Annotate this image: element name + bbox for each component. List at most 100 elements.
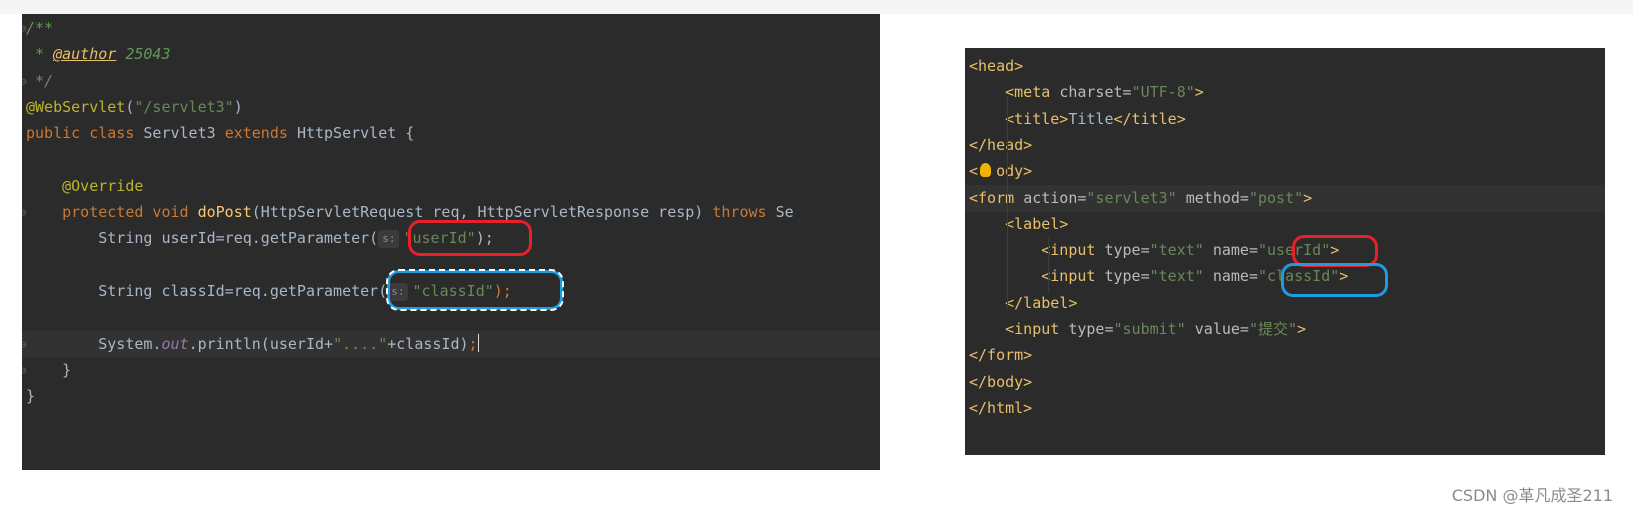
code-token: String userId=req.getParameter( [26, 229, 379, 248]
code-token: </html> [969, 398, 1033, 417]
code-token: " [1294, 188, 1304, 207]
code-token: type= [1104, 241, 1150, 260]
code-line[interactable]: @Override [22, 173, 880, 200]
code-line[interactable]: String classId=req.getParameter(s: "class… [22, 278, 880, 305]
code-token: type= [1104, 267, 1150, 286]
code-line[interactable]: } [22, 383, 880, 410]
code-token: */ [26, 71, 54, 90]
code-token: ; [468, 334, 478, 353]
code-line[interactable] [22, 147, 880, 174]
code-token: > [1194, 83, 1204, 102]
code-token: (HttpServletRequest req, HttpServletResp… [251, 203, 713, 222]
code-line[interactable]: <head> [965, 53, 1605, 80]
code-token: > [1330, 241, 1340, 260]
code-token: @WebServlet [26, 97, 126, 116]
code-token: charset= [1059, 83, 1132, 102]
code-line[interactable]: * @author 25043 [22, 41, 880, 68]
code-line[interactable]: <input type="text" name="classId"> [965, 263, 1605, 290]
code-token: ); [493, 282, 512, 300]
text-caret [477, 333, 479, 352]
code-token: @author [53, 45, 117, 64]
code-line[interactable]: public class Servlet3 extends HttpServle… [22, 120, 880, 147]
code-token: < [969, 162, 979, 181]
code-line[interactable]: </head> [965, 132, 1605, 159]
code-line[interactable]: < ody> [965, 158, 1605, 185]
code-token: "userId" [1258, 241, 1331, 260]
code-token: /** [26, 19, 54, 37]
fold-marker-icon[interactable]: ⊖ [22, 199, 28, 226]
code-token: <form [969, 188, 1024, 207]
code-line[interactable]: String userId=req.getParameter(s: "userId… [22, 225, 880, 252]
code-token: </title> [1113, 109, 1186, 128]
indent-guide [1048, 238, 1049, 293]
code-line[interactable]: } [22, 357, 880, 384]
parameter-hint: s: [387, 283, 409, 301]
lightbulb-icon[interactable] [980, 163, 991, 178]
code-token: "submit" [1113, 320, 1195, 338]
code-token: * [26, 45, 54, 64]
code-line[interactable]: */ [22, 68, 880, 95]
code-line[interactable]: </html> [965, 395, 1605, 422]
code-token: > [1297, 320, 1307, 338]
code-token: "UTF-8" [1131, 83, 1195, 102]
code-token: " [1248, 188, 1258, 207]
code-line[interactable]: /** [22, 15, 880, 42]
code-line[interactable]: <input type="text" name="userId"> [965, 237, 1605, 264]
code-token: action= [1023, 188, 1087, 207]
code-line[interactable]: <label> [965, 211, 1605, 238]
code-line[interactable]: <meta charset="UTF-8"> [965, 79, 1605, 106]
code-token: extends [224, 124, 297, 143]
code-token: <head> [969, 57, 1024, 75]
code-token: 25043 [116, 45, 171, 64]
code-line[interactable]: protected void doPost(HttpServletRequest… [22, 199, 880, 226]
code-token: <meta [969, 83, 1060, 102]
code-token: } [26, 387, 36, 406]
code-token: <label> [969, 214, 1069, 233]
code-token: doPost [197, 203, 252, 222]
code-token: > [1339, 267, 1349, 286]
code-token: "text" [1149, 267, 1213, 286]
code-token: </label> [969, 293, 1078, 312]
code-token: throws [712, 203, 776, 222]
code-line[interactable]: <input type="submit" value="提交"> [965, 316, 1605, 343]
code-line[interactable]: System.out.println(userId+"...."+classId… [22, 330, 880, 358]
code-token: +classId) [387, 334, 469, 353]
code-line[interactable] [22, 304, 880, 331]
html-code-editor[interactable]: <head> <meta charset="UTF-8"> <title>Tit… [965, 48, 1605, 455]
code-token: System. [26, 334, 162, 353]
csdn-watermark: CSDN @革凡成圣211 [1451, 486, 1613, 505]
code-token: name= [1212, 267, 1258, 286]
fold-marker-icon[interactable]: ⊖ [22, 68, 28, 95]
code-token: > [1303, 188, 1313, 207]
code-line[interactable]: </label> [965, 290, 1605, 317]
fold-marker-icon[interactable]: ⊖ [22, 357, 28, 384]
code-token: .println(userId+ [188, 334, 334, 353]
code-token: "userId" [403, 229, 476, 248]
code-token: method= [1185, 188, 1249, 207]
code-line[interactable]: @WebServlet("/servlet3") [22, 94, 880, 121]
code-token: "servlet3" [1086, 188, 1186, 207]
code-token: Title [1068, 109, 1114, 128]
code-token: "/servlet3" [134, 97, 234, 116]
code-line[interactable]: </body> [965, 369, 1605, 396]
code-token: "classId" [1258, 267, 1340, 286]
code-token: } [26, 360, 72, 379]
page-top-bar [0, 0, 1633, 14]
parameter-hint: s: [378, 230, 400, 249]
code-token: out [161, 334, 189, 353]
code-token: </form> [969, 346, 1033, 365]
code-token: ); [475, 229, 494, 248]
code-line[interactable]: </form> [965, 342, 1605, 369]
code-line[interactable] [22, 252, 880, 279]
fold-marker-icon[interactable]: ⊖ [22, 15, 28, 42]
code-line[interactable]: <title>Title</title> [965, 106, 1605, 133]
code-token: <input [969, 241, 1105, 260]
code-token: protected void [26, 203, 198, 222]
code-token: <input [969, 267, 1105, 286]
code-line[interactable]: <form action="servlet3" method="post"> [965, 184, 1605, 212]
code-token: ) [233, 97, 243, 116]
java-code-editor[interactable]: /** * @author 25043 */ @WebServlet("/serv… [22, 14, 880, 470]
code-token: String classId=req.getParameter( [26, 282, 388, 300]
fold-marker-icon[interactable]: ⊖ [22, 331, 28, 358]
indent-guide [1007, 96, 1008, 309]
